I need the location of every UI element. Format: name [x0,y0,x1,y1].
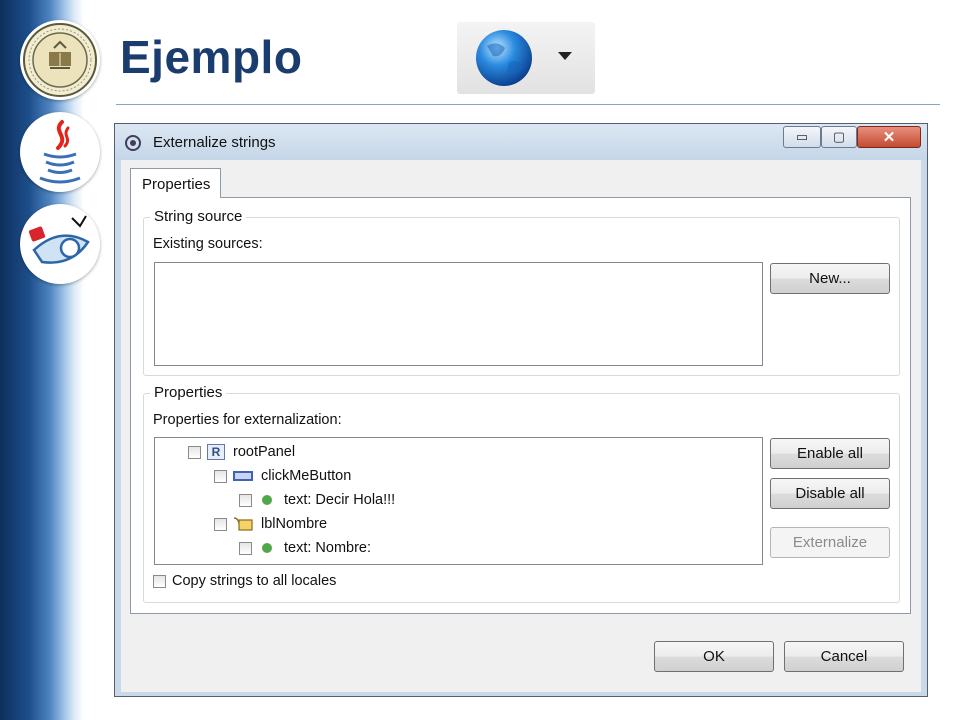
properties-for-externalization-label: Properties for externalization: [153,412,342,428]
copy-strings-label: Copy strings to all locales [172,573,337,589]
label-component-icon [233,517,253,531]
tree-checkbox[interactable] [214,469,227,483]
tree-item-label: text: Decir Hola!!! [284,492,396,508]
property-dot-icon [262,495,272,505]
tree-item-clickmebutton[interactable]: clickMeButton [214,465,351,487]
tree-checkbox[interactable] [188,445,201,459]
tree-item-text-nombre[interactable]: text: Nombre: [239,537,371,559]
tree-item-label: clickMeButton [261,468,352,484]
tree-item-text-decir-hola[interactable]: text: Decir Hola!!! [239,489,395,511]
tree-checkbox[interactable] [239,493,252,507]
gear-icon [125,135,141,151]
properties-tab-panel: String source Existing sources: New... P… [130,197,911,614]
copy-strings-option[interactable]: Copy strings to all locales [153,570,336,592]
minimize-button[interactable]: ▭ [783,126,821,148]
string-source-group: String source Existing sources: New... [143,208,900,376]
globe-dropdown-button[interactable] [457,22,595,94]
cancel-button[interactable]: Cancel [784,641,904,672]
tab-properties[interactable]: Properties [130,168,221,198]
netbeans-plane-icon [20,204,100,284]
new-source-button[interactable]: New... [770,263,890,294]
tree-item-rootpanel[interactable]: R rootPanel [188,441,295,463]
copy-strings-checkbox[interactable] [153,574,166,588]
button-component-icon [233,471,253,481]
tree-item-lblnombre[interactable]: lblNombre [214,513,327,535]
dialog-titlebar[interactable]: Externalize strings ▭ ▢ ✕ [115,124,927,160]
properties-group: Properties Properties for externalizatio… [143,384,900,603]
dialog-title: Externalize strings [153,134,276,151]
enable-all-button[interactable]: Enable all [770,438,890,469]
tree-checkbox[interactable] [239,541,252,555]
existing-sources-list[interactable] [154,262,763,366]
disable-all-button[interactable]: Disable all [770,478,890,509]
tree-item-label: lblNombre [261,516,328,532]
externalize-button[interactable]: Externalize [770,527,890,558]
title-divider [116,104,940,105]
root-panel-icon: R [207,444,225,460]
property-dot-icon [262,543,272,553]
tree-item-label: text: Nombre: [284,540,372,556]
existing-sources-label: Existing sources: [153,236,263,252]
tree-item-label: rootPanel [233,444,296,460]
tree-checkbox[interactable] [214,517,227,531]
university-seal-icon [20,20,100,100]
string-source-legend: String source [150,208,247,225]
java-cup-icon [20,112,100,192]
properties-legend: Properties [150,384,227,401]
close-button[interactable]: ✕ [857,126,921,148]
slide-sidebar [0,0,84,720]
slide-title: Ejemplo [120,31,303,83]
ok-button[interactable]: OK [654,641,774,672]
globe-icon [476,30,532,86]
chevron-down-icon [558,52,572,60]
properties-tree[interactable]: R rootPanel clickMeButton text: Decir Ho… [154,437,763,565]
maximize-button[interactable]: ▢ [821,126,857,148]
externalize-strings-dialog: Externalize strings ▭ ▢ ✕ Properties Str… [114,123,928,697]
dialog-client-area: Properties String source Existing source… [121,160,921,692]
